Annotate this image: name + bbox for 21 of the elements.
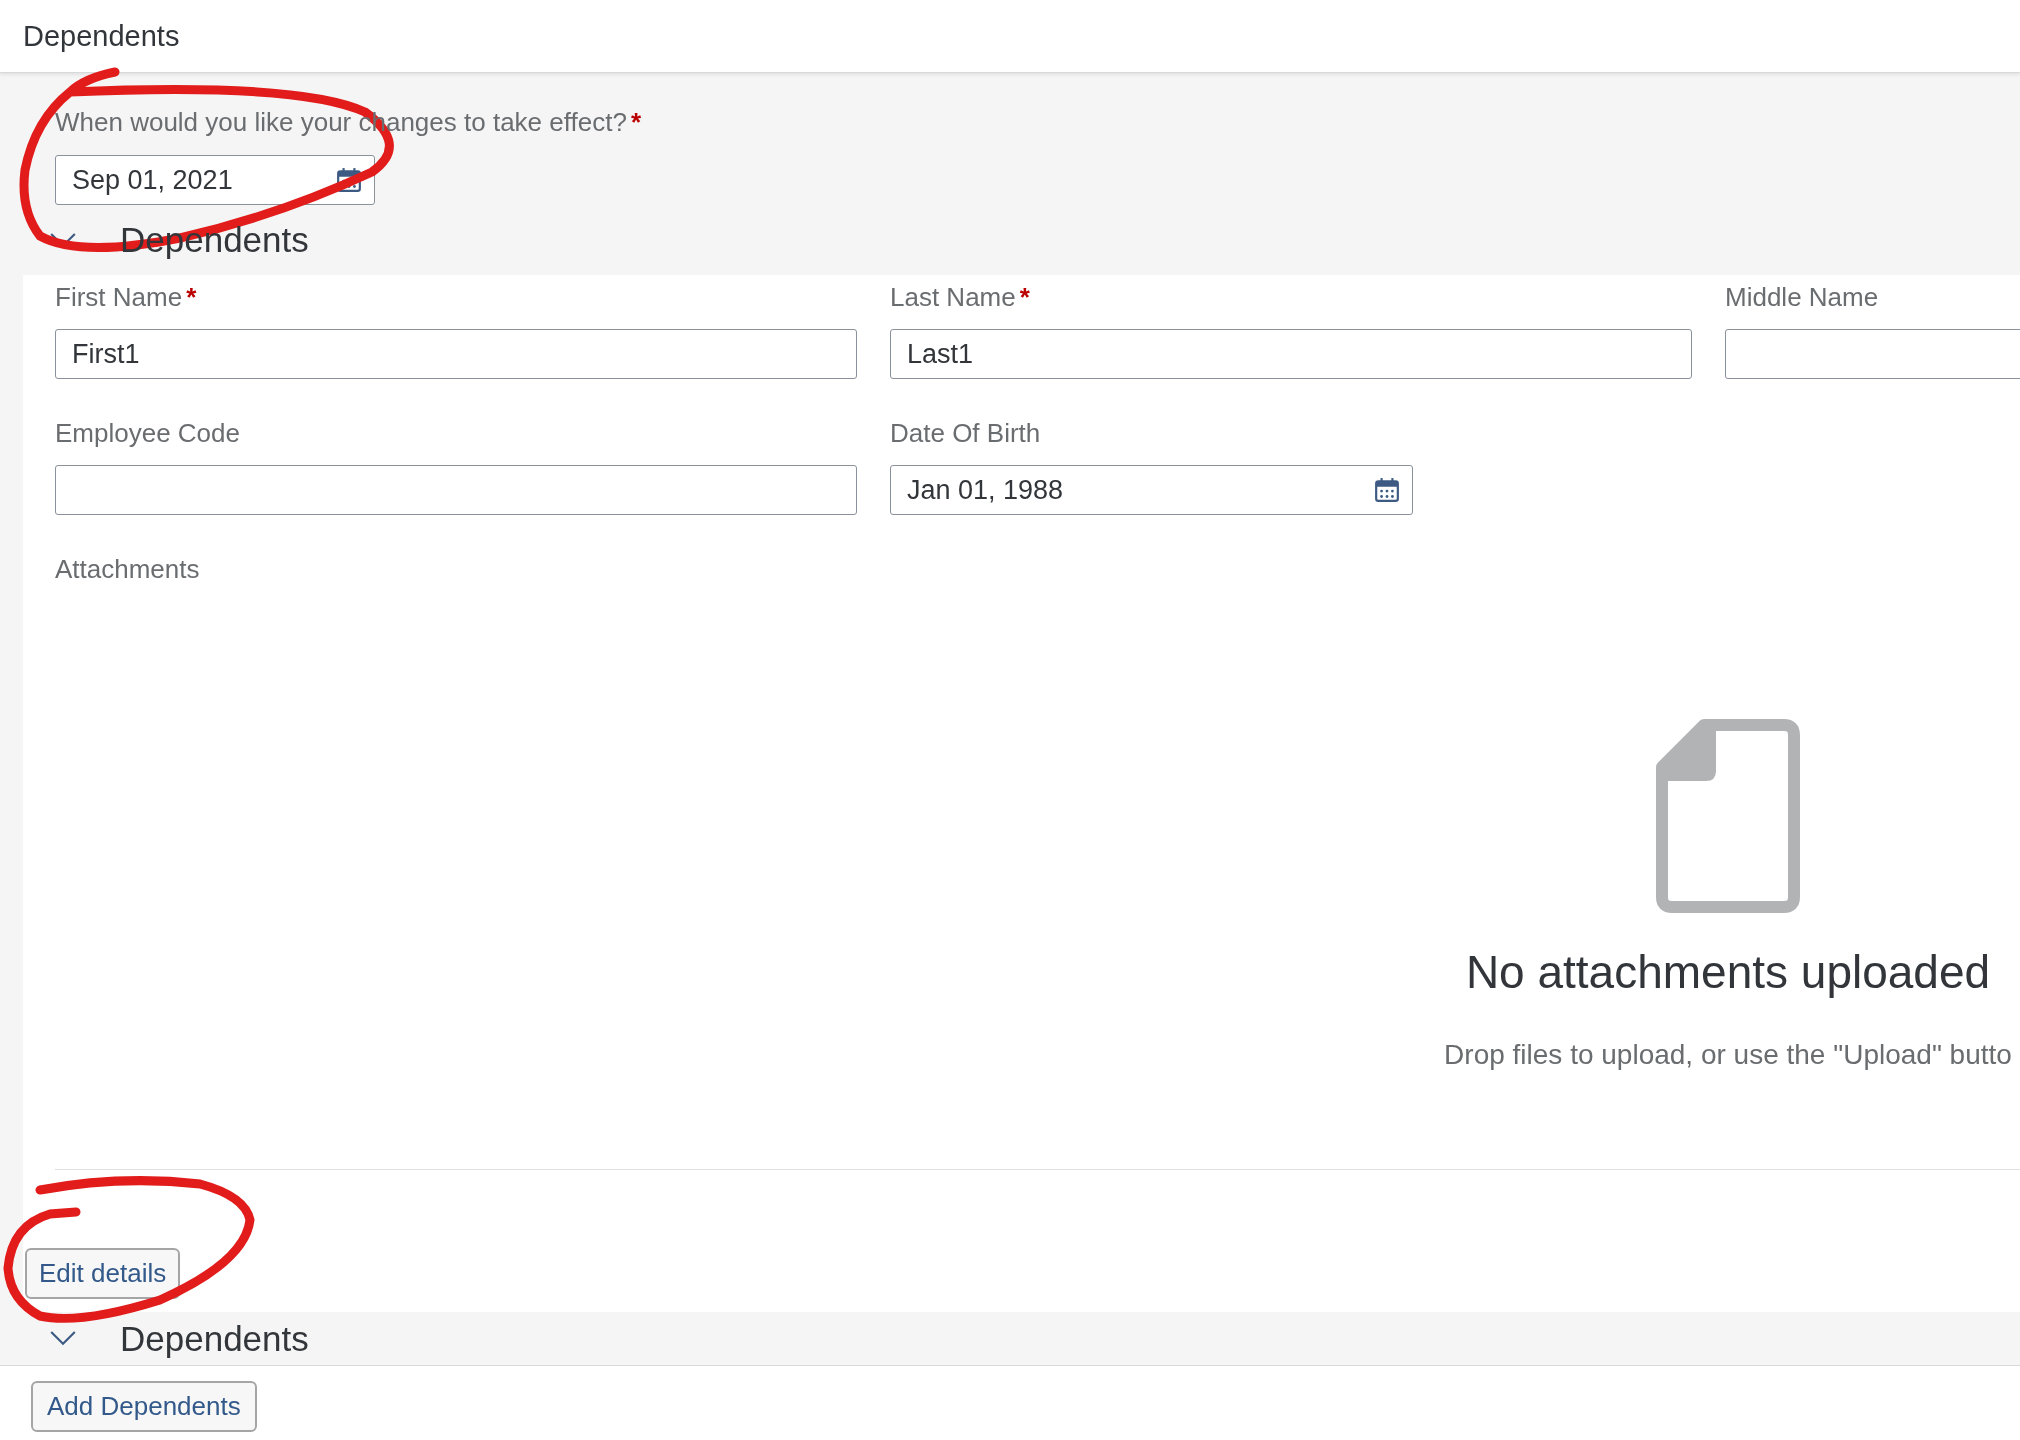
empty-state-title: No attachments uploaded xyxy=(1465,945,1991,999)
empty-state-hint: Drop files to upload, or use the "Upload" butto xyxy=(1444,1039,2012,1071)
document-icon xyxy=(1656,719,1800,913)
chevron-icon[interactable] xyxy=(50,1331,76,1346)
date-field[interactable]: Sep 01, 2021 xyxy=(55,155,375,205)
field-label: First Name* xyxy=(55,281,198,313)
section-title: Dependents xyxy=(120,1318,309,1359)
edit-details-button[interactable]: Edit details xyxy=(25,1248,181,1299)
field-label: Date Of Birth xyxy=(890,417,1042,449)
add-dependents-button[interactable]: Add Dependents xyxy=(31,1381,257,1432)
text-field[interactable]: First1 xyxy=(55,329,857,379)
field-label: Middle Name xyxy=(1725,281,1880,313)
date-field[interactable]: Jan 01, 1988 xyxy=(890,465,1413,515)
page-title: Dependents xyxy=(23,19,180,53)
field-label: Last Name* xyxy=(890,281,1031,313)
calendar-icon[interactable] xyxy=(1374,477,1400,503)
text-field[interactable] xyxy=(55,465,857,515)
field-label: Employee Code xyxy=(55,417,241,449)
calendar-icon[interactable] xyxy=(336,167,362,193)
text-field[interactable]: Last1 xyxy=(890,329,1692,379)
attachments-label: Attachments xyxy=(55,553,201,585)
